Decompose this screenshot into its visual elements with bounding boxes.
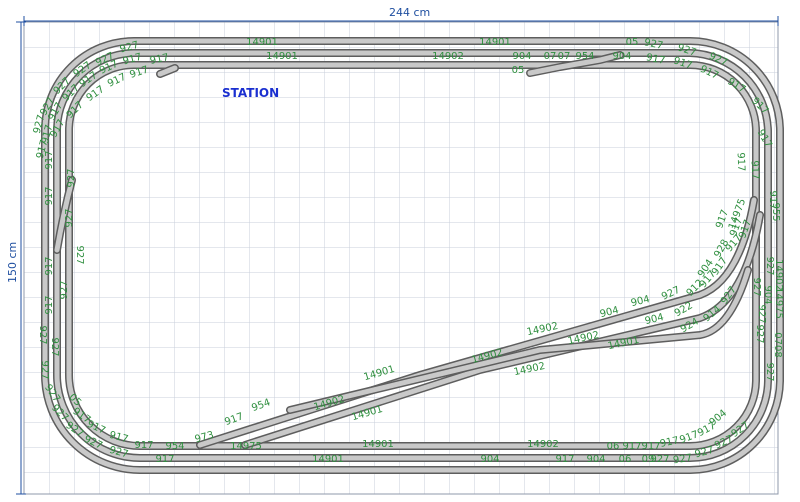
track-part-label: 904: [762, 285, 773, 304]
track-part-label: 927: [64, 208, 75, 227]
track-part-label: 927: [37, 325, 48, 344]
track-part-label: 917: [622, 441, 641, 452]
track-part-label: 14901: [246, 37, 278, 48]
track-part-label: 927: [39, 360, 50, 379]
track-part-label: 07: [544, 51, 557, 62]
track-part-label: 904: [480, 454, 499, 465]
track-part-label: 954: [575, 51, 594, 62]
track-part-label: 06: [607, 441, 620, 452]
track-part-label: 927: [754, 324, 765, 343]
track-part-label: 917: [749, 160, 761, 179]
track-part-label: 917: [155, 454, 174, 465]
track-part-label: 917: [44, 256, 55, 275]
track-part-label: 14975: [230, 441, 262, 452]
track-part-label: 14902: [432, 51, 464, 62]
track-part-label: 927: [74, 245, 85, 264]
track-part-label: 904: [612, 51, 631, 62]
track-part-label: 0708: [772, 332, 783, 357]
track-part-label: 917: [44, 186, 55, 205]
track-part-label: 06: [619, 454, 632, 465]
track-part-label: 904: [586, 454, 605, 465]
track-part-label: 14901: [479, 37, 511, 48]
track-part-label: 917: [735, 152, 747, 171]
track-part-label: 05: [626, 37, 639, 48]
track-part-label: 14902: [527, 439, 559, 450]
track-part-label: 14901: [266, 51, 298, 62]
track-part-label: 917: [555, 454, 574, 465]
height-dimension-label: 150 cm: [6, 242, 19, 283]
track-part-label: 955: [770, 202, 781, 221]
track-part-label: 927: [756, 304, 767, 323]
track-part-label: 14975: [773, 287, 784, 319]
track-part-label: 927: [764, 362, 775, 381]
track-part-label: 917: [641, 441, 660, 452]
track-part-label: 14901: [362, 439, 394, 450]
track-part-label: 917: [44, 150, 55, 169]
width-dimension-label: 244 cm: [389, 6, 430, 19]
track-part-label: 927: [751, 277, 762, 296]
track-part-label: 917: [44, 295, 55, 314]
track-part-label: 14901: [312, 454, 344, 465]
track-part-label: 904: [512, 51, 531, 62]
track-part-label: 05: [512, 65, 525, 76]
track-part-label: 954: [165, 441, 184, 452]
station-label: STATION: [222, 86, 279, 100]
track-layout-plan: 244 cm 150 cm STATION 14901 1490114901 149: [6, 6, 784, 495]
track-part-label: 07: [558, 51, 571, 62]
track-part-label: 927: [49, 337, 60, 356]
track-part-label: 927: [59, 280, 70, 299]
track-part-label: 917: [134, 440, 153, 451]
track-part-label: 927: [650, 454, 669, 465]
track-part-label: 927: [66, 168, 77, 187]
board-grid: [24, 22, 778, 494]
